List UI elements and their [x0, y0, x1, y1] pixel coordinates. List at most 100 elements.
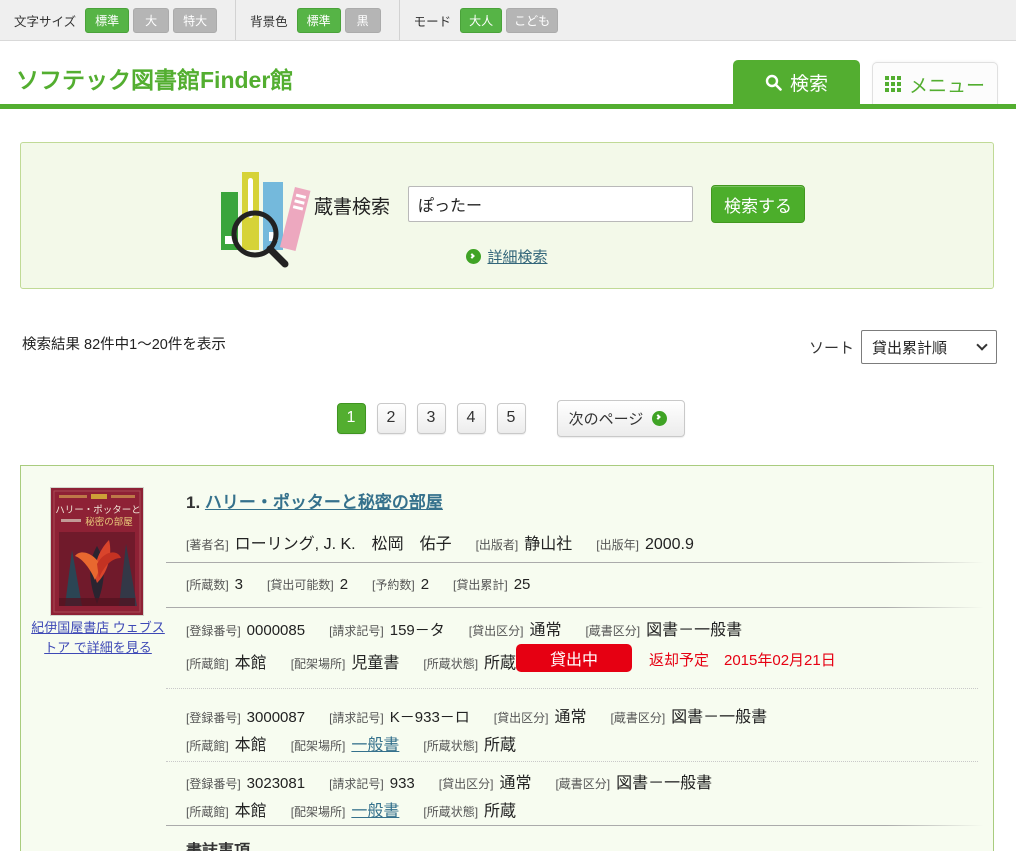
sort-label: ソート	[809, 337, 854, 358]
catalog-search-label: 蔵書検索	[314, 192, 390, 219]
library-label: [所蔵館]	[186, 805, 229, 819]
shelf-location-link[interactable]: 一般書	[351, 803, 399, 820]
tab-search-label: 検索	[790, 69, 828, 96]
toolbar-divider	[235, 0, 236, 40]
page-button-3[interactable]: 3	[417, 403, 446, 434]
call-number-label: [請求記号]	[329, 711, 384, 725]
available-value: 2	[340, 576, 348, 593]
divider	[166, 761, 978, 762]
library-value: 本館	[235, 803, 267, 820]
font-size-large-button[interactable]: 大	[133, 8, 169, 33]
mode-kids-button[interactable]: こども	[506, 8, 558, 33]
state-value: 所蔵	[484, 737, 516, 754]
call-number-value: 933	[390, 775, 415, 792]
menu-grid-icon	[885, 76, 901, 92]
font-size-standard-button[interactable]: 標準	[85, 8, 129, 33]
sort-select[interactable]: 貸出累計順	[861, 330, 997, 364]
copy-row: [所蔵館]本館 [配架場所]一般書 [所蔵状態]所蔵	[186, 731, 540, 755]
search-input[interactable]	[408, 186, 693, 222]
page-button-5[interactable]: 5	[497, 403, 526, 434]
mode-label: モード	[414, 11, 452, 30]
bg-color-standard-button[interactable]: 標準	[297, 8, 341, 33]
book-cover-image: ハリー・ポッターと 秘密の部屋	[51, 488, 143, 615]
collection-value: 図書－一般書	[671, 709, 767, 726]
divider	[166, 688, 978, 689]
next-page-label: 次のページ	[569, 408, 644, 429]
bg-color-black-button[interactable]: 黒	[345, 8, 381, 33]
loan-type-value: 通常	[499, 775, 531, 792]
library-label: [所蔵館]	[186, 739, 229, 753]
loan-total-value: 25	[514, 576, 531, 593]
collection-label: [蔵書区分]	[555, 777, 610, 791]
book-title-link[interactable]: ハリー・ポッターと秘密の部屋	[205, 493, 443, 512]
year-value: 2000.9	[645, 536, 694, 553]
available-label: [貸出可能数]	[267, 578, 334, 592]
copy-row: [所蔵館]本館 [配架場所]一般書 [所蔵状態]所蔵	[186, 797, 540, 821]
next-page-button[interactable]: 次のページ	[557, 400, 685, 437]
loan-type-label: [貸出区分]	[439, 777, 494, 791]
book-title-row: 1. ハリー・ポッターと秘密の部屋	[186, 488, 443, 513]
reg-number-value: 3023081	[247, 775, 305, 792]
mode-adult-button[interactable]: 大人	[460, 8, 502, 33]
svg-text:ハリー・ポッターと: ハリー・ポッターと	[55, 505, 141, 516]
site-title: ソフテック図書館Finder館	[16, 61, 293, 95]
advanced-search-row: 詳細検索	[21, 246, 993, 267]
reservations-label: [予約数]	[372, 578, 415, 592]
page-button-4[interactable]: 4	[457, 403, 486, 434]
search-icon	[765, 74, 782, 91]
collection-label: [蔵書区分]	[585, 624, 640, 638]
due-date: 2015年02月21日	[724, 649, 836, 670]
copy-row: [登録番号]3000087 [請求記号]K－933－ロ [貸出区分]通常 [蔵書…	[186, 703, 791, 727]
loan-total-label: [貸出累計]	[453, 578, 508, 592]
page-button-1[interactable]: 1	[337, 403, 366, 434]
state-label: [所蔵状態]	[423, 657, 478, 671]
holdings-label: [所蔵数]	[186, 578, 229, 592]
header-accent-bar	[0, 104, 1016, 109]
author-value: ローリング, J. K. 松岡 佑子	[235, 536, 452, 553]
author-label: [著者名]	[186, 538, 229, 552]
advanced-search-link[interactable]: 詳細検索	[487, 249, 547, 266]
arrow-circle-icon	[466, 249, 481, 264]
call-number-value: K－933－ロ	[390, 709, 470, 726]
on-loan-status-badge: 貸出中	[516, 644, 632, 672]
font-size-label: 文字サイズ	[14, 11, 76, 30]
collection-value: 図書－一般書	[616, 775, 712, 792]
collection-value: 図書－一般書	[646, 622, 742, 639]
holdings-value: 3	[235, 576, 243, 593]
call-number-label: [請求記号]	[329, 624, 384, 638]
divider	[166, 825, 984, 826]
tab-menu-label: メニュー	[909, 71, 985, 98]
kinokuniya-store-link[interactable]: 紀伊国屋書店 ウェブストア で詳細を見る	[27, 618, 169, 658]
tab-search[interactable]: 検索	[733, 60, 860, 105]
site-header: ソフテック図書館Finder館 検索 メニュー	[0, 41, 1016, 109]
state-value: 所蔵	[484, 655, 516, 672]
tab-menu[interactable]: メニュー	[872, 62, 998, 105]
results-summary: 検索結果 82件中1～20件を表示	[22, 333, 226, 354]
call-number-label: [請求記号]	[329, 777, 384, 791]
arrow-circle-icon	[652, 411, 667, 426]
shelf-location-link[interactable]: 一般書	[351, 737, 399, 754]
utility-toolbar: 文字サイズ 標準 大 特大 背景色 標準 黒 モード 大人 こども	[0, 0, 1016, 41]
shelf-label: [配架場所]	[291, 657, 346, 671]
reg-number-value: 0000085	[247, 622, 305, 639]
library-value: 本館	[235, 737, 267, 754]
book-author-row: [著者名]ローリング, J. K. 松岡 佑子 [出版者]静山社 [出版年]20…	[186, 530, 718, 554]
reg-number-label: [登録番号]	[186, 624, 241, 638]
shelf-label: [配架場所]	[291, 739, 346, 753]
loan-type-label: [貸出区分]	[494, 711, 549, 725]
reg-number-value: 3000087	[247, 709, 305, 726]
page-button-2[interactable]: 2	[377, 403, 406, 434]
library-value: 本館	[235, 655, 267, 672]
search-submit-button[interactable]: 検索する	[711, 185, 805, 223]
shelf-value: 児童書	[351, 655, 399, 672]
bg-color-label: 背景色	[250, 11, 288, 30]
font-size-xlarge-button[interactable]: 特大	[173, 8, 217, 33]
year-label: [出版年]	[596, 538, 639, 552]
divider	[166, 562, 984, 563]
svg-text:秘密の部屋: 秘密の部屋	[85, 516, 133, 528]
loan-type-value: 通常	[529, 622, 561, 639]
result-index: 1.	[186, 493, 200, 512]
collection-label: [蔵書区分]	[610, 711, 665, 725]
library-search-page: 文字サイズ 標準 大 特大 背景色 標準 黒 モード 大人 こども ソフテック図…	[0, 0, 1016, 851]
publisher-value: 静山社	[524, 536, 572, 553]
